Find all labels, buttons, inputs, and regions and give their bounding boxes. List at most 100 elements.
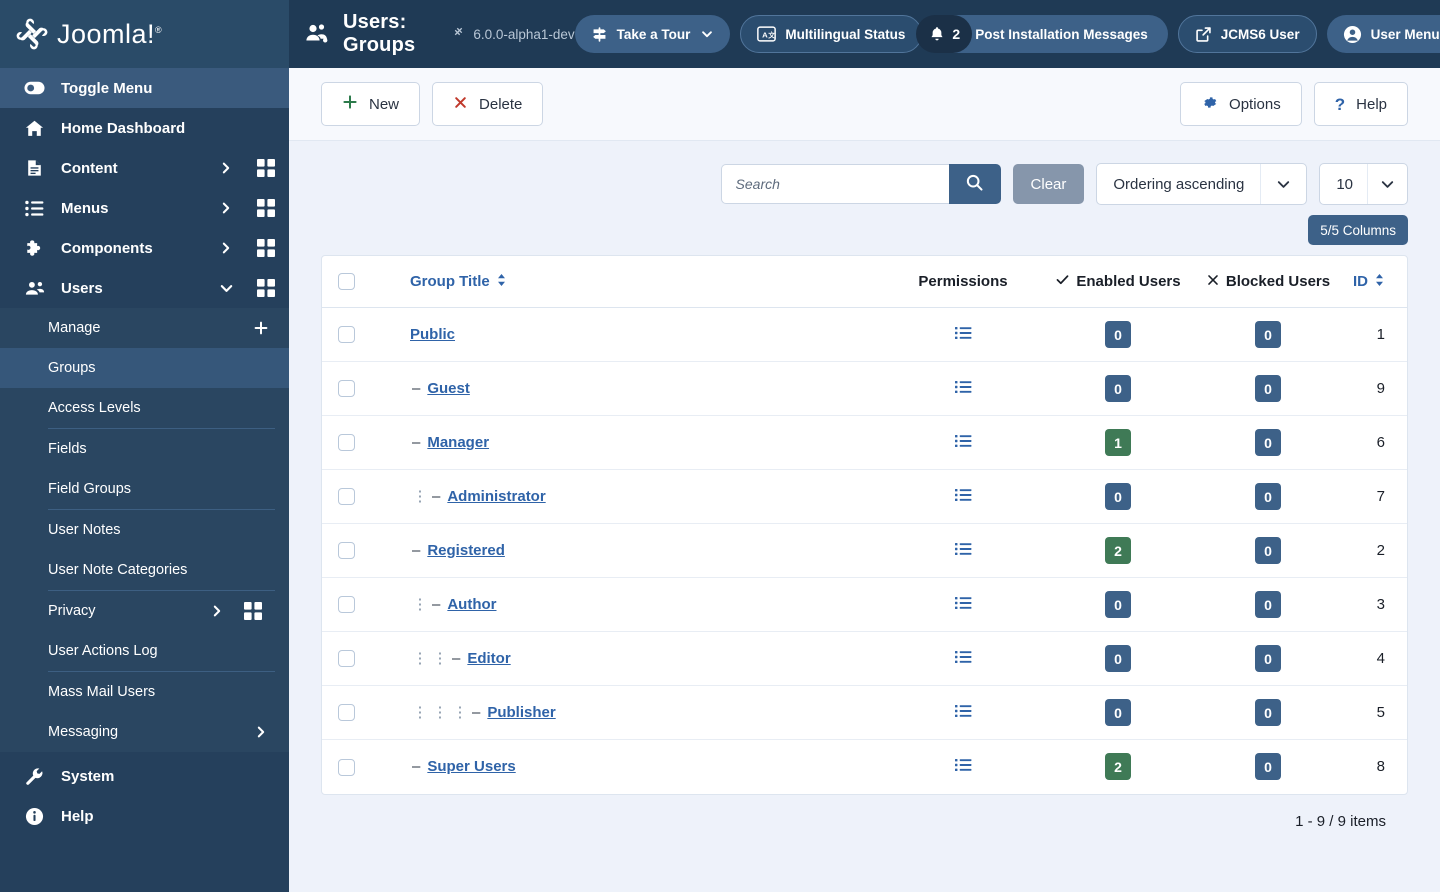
- sidebar-dashboard-grid-icon[interactable]: [243, 199, 289, 217]
- search-button[interactable]: [948, 164, 1001, 204]
- chevron-right-icon[interactable]: [209, 161, 243, 175]
- sidebar-item-content[interactable]: Content: [0, 148, 289, 188]
- group-title-link[interactable]: Publisher: [487, 704, 555, 721]
- list-limit-select[interactable]: 10: [1319, 163, 1408, 205]
- chevron-right-icon[interactable]: [209, 201, 243, 215]
- site-link-button[interactable]: JCMS6 User: [1177, 15, 1317, 53]
- list-ul-icon[interactable]: [954, 488, 972, 502]
- signpost-icon: [591, 26, 608, 43]
- list-ul-icon[interactable]: [954, 542, 972, 556]
- post-installation-messages-button[interactable]: 2 Post Installation Messages: [916, 15, 1168, 53]
- group-title-link[interactable]: Guest: [427, 380, 470, 397]
- home-icon: [24, 119, 45, 138]
- sidebar-subitem-field-groups[interactable]: Field Groups: [0, 469, 289, 509]
- sidebar-subitem-fields[interactable]: Fields: [0, 429, 289, 469]
- list-ul-icon[interactable]: [954, 758, 972, 772]
- sidebar-item-system[interactable]: System: [0, 756, 289, 796]
- row-checkbox[interactable]: [338, 596, 355, 614]
- sidebar-subitem-messaging[interactable]: Messaging: [0, 712, 289, 752]
- sidebar-dashboard-grid-icon[interactable]: [243, 239, 289, 257]
- sidebar-subitem-user-note-categories[interactable]: User Note Categories: [0, 550, 289, 590]
- sidebar-subitem-privacy[interactable]: Privacy: [0, 591, 289, 631]
- permissions-cell: [883, 577, 1043, 632]
- blocked-users-cell: 0: [1193, 685, 1343, 740]
- row-checkbox[interactable]: [338, 380, 355, 398]
- tree-dash: –: [412, 434, 421, 451]
- delete-button[interactable]: Delete: [432, 82, 544, 126]
- search-group: [720, 164, 1001, 204]
- sidebar-item-help[interactable]: Help: [0, 796, 289, 836]
- help-button[interactable]: ? Help: [1313, 82, 1408, 126]
- chevron-down-icon[interactable]: [209, 281, 243, 296]
- group-title-link[interactable]: Author: [447, 596, 496, 613]
- bottom-spacer: [321, 848, 1408, 888]
- sidebar-subitem-label: Messaging: [48, 724, 119, 740]
- brand-logo-area[interactable]: Joomla!®: [0, 0, 289, 68]
- list-ul-icon[interactable]: [954, 434, 972, 448]
- sidebar-item-users[interactable]: Users: [0, 268, 289, 308]
- enabled-users-badge: 0: [1105, 483, 1131, 510]
- enabled-users-badge: 0: [1105, 321, 1131, 348]
- blocked-users-badge: 0: [1255, 591, 1281, 618]
- toggle-menu-button[interactable]: Toggle Menu: [0, 68, 289, 108]
- group-title-link[interactable]: Manager: [427, 434, 489, 451]
- app-shell: Toggle Menu Home Dashboard Content Menus…: [0, 68, 1440, 892]
- sidebar-item-components[interactable]: Components: [0, 228, 289, 268]
- sidebar-dashboard-grid-icon[interactable]: [231, 602, 275, 620]
- sidebar-subitem-groups[interactable]: Groups: [0, 348, 289, 388]
- options-button[interactable]: Options: [1180, 82, 1302, 126]
- list-ul-icon[interactable]: [954, 650, 972, 664]
- take-a-tour-button[interactable]: Take a Tour: [574, 15, 731, 53]
- row-select-cell: [322, 307, 370, 362]
- row-checkbox[interactable]: [338, 758, 355, 776]
- sidebar-subitem-mass-mail-users[interactable]: Mass Mail Users: [0, 672, 289, 712]
- sidebar-dashboard-grid-icon[interactable]: [243, 159, 289, 177]
- sidebar-subitem-manage[interactable]: Manage: [0, 308, 289, 348]
- ordering-select[interactable]: Ordering ascending: [1096, 163, 1308, 205]
- list-ul-icon[interactable]: [954, 380, 972, 394]
- sidebar-subitem-user-notes[interactable]: User Notes: [0, 510, 289, 550]
- columns-toggle-button[interactable]: 5/5 Columns: [1308, 215, 1408, 245]
- sidebar-subitem-access-levels[interactable]: Access Levels: [0, 388, 289, 428]
- row-checkbox[interactable]: [338, 488, 355, 506]
- joomla-mark-icon: [453, 26, 466, 42]
- plus-icon[interactable]: [247, 320, 275, 336]
- chevron-right-icon[interactable]: [209, 241, 243, 255]
- group-title-link[interactable]: Super Users: [427, 758, 515, 775]
- sidebar-item-menus[interactable]: Menus: [0, 188, 289, 228]
- row-checkbox[interactable]: [338, 650, 355, 668]
- row-checkbox[interactable]: [338, 326, 355, 344]
- row-checkbox[interactable]: [338, 542, 355, 560]
- group-title-link[interactable]: Public: [410, 326, 455, 343]
- list-ul-icon[interactable]: [954, 596, 972, 610]
- group-title-link[interactable]: Registered: [427, 542, 505, 559]
- sidebar-subitem-user-actions-log[interactable]: User Actions Log: [0, 631, 289, 671]
- table-row: – Registered 2 0 2: [322, 523, 1407, 578]
- id-header[interactable]: ID: [1343, 256, 1407, 308]
- enabled-users-badge: 2: [1105, 753, 1131, 781]
- new-button[interactable]: New: [321, 82, 421, 126]
- group-title-header[interactable]: Group Title: [370, 256, 883, 308]
- sidebar-subitem-label: Mass Mail Users: [48, 684, 156, 700]
- row-checkbox[interactable]: [338, 704, 355, 722]
- columns-row: 5/5 Columns: [321, 215, 1408, 245]
- select-all-checkbox[interactable]: [338, 273, 355, 291]
- group-title-link[interactable]: Administrator: [447, 488, 545, 505]
- group-title-cell: ⋮ ⋮ – Editor: [370, 631, 883, 686]
- search-input[interactable]: [720, 164, 949, 204]
- chevron-right-icon[interactable]: [203, 604, 231, 618]
- ordering-select-value: Ordering ascending: [1113, 175, 1245, 193]
- list-ul-icon[interactable]: [954, 704, 972, 718]
- user-menu-button[interactable]: User Menu: [1326, 15, 1440, 53]
- row-checkbox[interactable]: [338, 434, 355, 452]
- group-title-header-label: Group Title: [410, 273, 490, 290]
- sidebar-dashboard-grid-icon[interactable]: [243, 279, 289, 297]
- list-ul-icon[interactable]: [954, 326, 972, 340]
- clear-filters-button[interactable]: Clear: [1012, 164, 1085, 204]
- sidebar-item-home-dashboard[interactable]: Home Dashboard: [0, 108, 289, 148]
- group-title-link[interactable]: Editor: [467, 650, 510, 667]
- enabled-users-badge: 0: [1105, 591, 1131, 618]
- sidebar-item-label: Help: [61, 807, 94, 825]
- chevron-right-icon[interactable]: [247, 725, 275, 739]
- multilingual-status-button[interactable]: A 文 Multilingual Status: [740, 15, 923, 53]
